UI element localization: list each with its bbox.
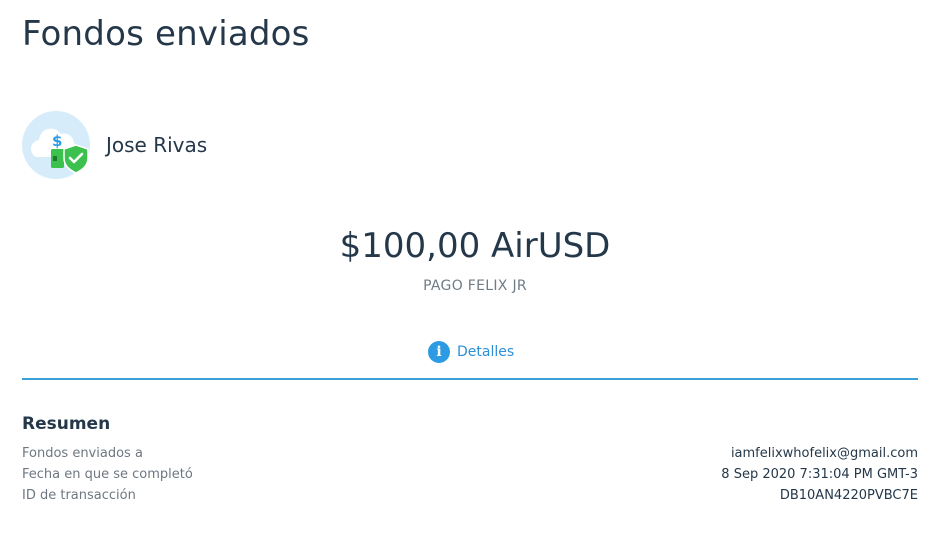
tab-details[interactable]: i Detalles	[428, 341, 514, 363]
tab-underline-divider	[22, 378, 918, 380]
cloud-money-shield-icon: $	[22, 111, 90, 179]
recipient-name: Jose Rivas	[106, 133, 208, 157]
info-icon: i	[428, 341, 450, 363]
summary-value: 8 Sep 2020 7:31:04 PM GMT-3	[721, 467, 918, 482]
svg-text:$: $	[52, 132, 62, 150]
recipient-card: $ Jose Rivas	[22, 110, 207, 180]
tab-details-label: Detalles	[457, 344, 515, 360]
summary-list: Fondos enviados a iamfelixwhofelix@gmail…	[22, 443, 918, 506]
transaction-detail-page: Fondos enviados $ Jose Rivas $100,00 Air…	[0, 0, 950, 541]
summary-row-transaction-id: ID de transacción DB10AN4220PVBC7E	[22, 485, 918, 506]
summary-label: ID de transacción	[22, 488, 136, 503]
summary-row-date: Fecha en que se completó 8 Sep 2020 7:31…	[22, 464, 918, 485]
summary-value: iamfelixwhofelix@gmail.com	[730, 446, 918, 461]
summary-title: Resumen	[22, 414, 111, 434]
summary-label: Fondos enviados a	[22, 446, 143, 461]
summary-row-recipient: Fondos enviados a iamfelixwhofelix@gmail…	[22, 443, 918, 464]
transfer-amount: $100,00 AirUSD	[339, 226, 611, 266]
transfer-memo: PAGO FELIX JR	[423, 278, 527, 294]
page-title: Fondos enviados	[22, 14, 310, 54]
summary-label: Fecha en que se completó	[22, 467, 193, 482]
summary-value: DB10AN4220PVBC7E	[779, 488, 918, 503]
